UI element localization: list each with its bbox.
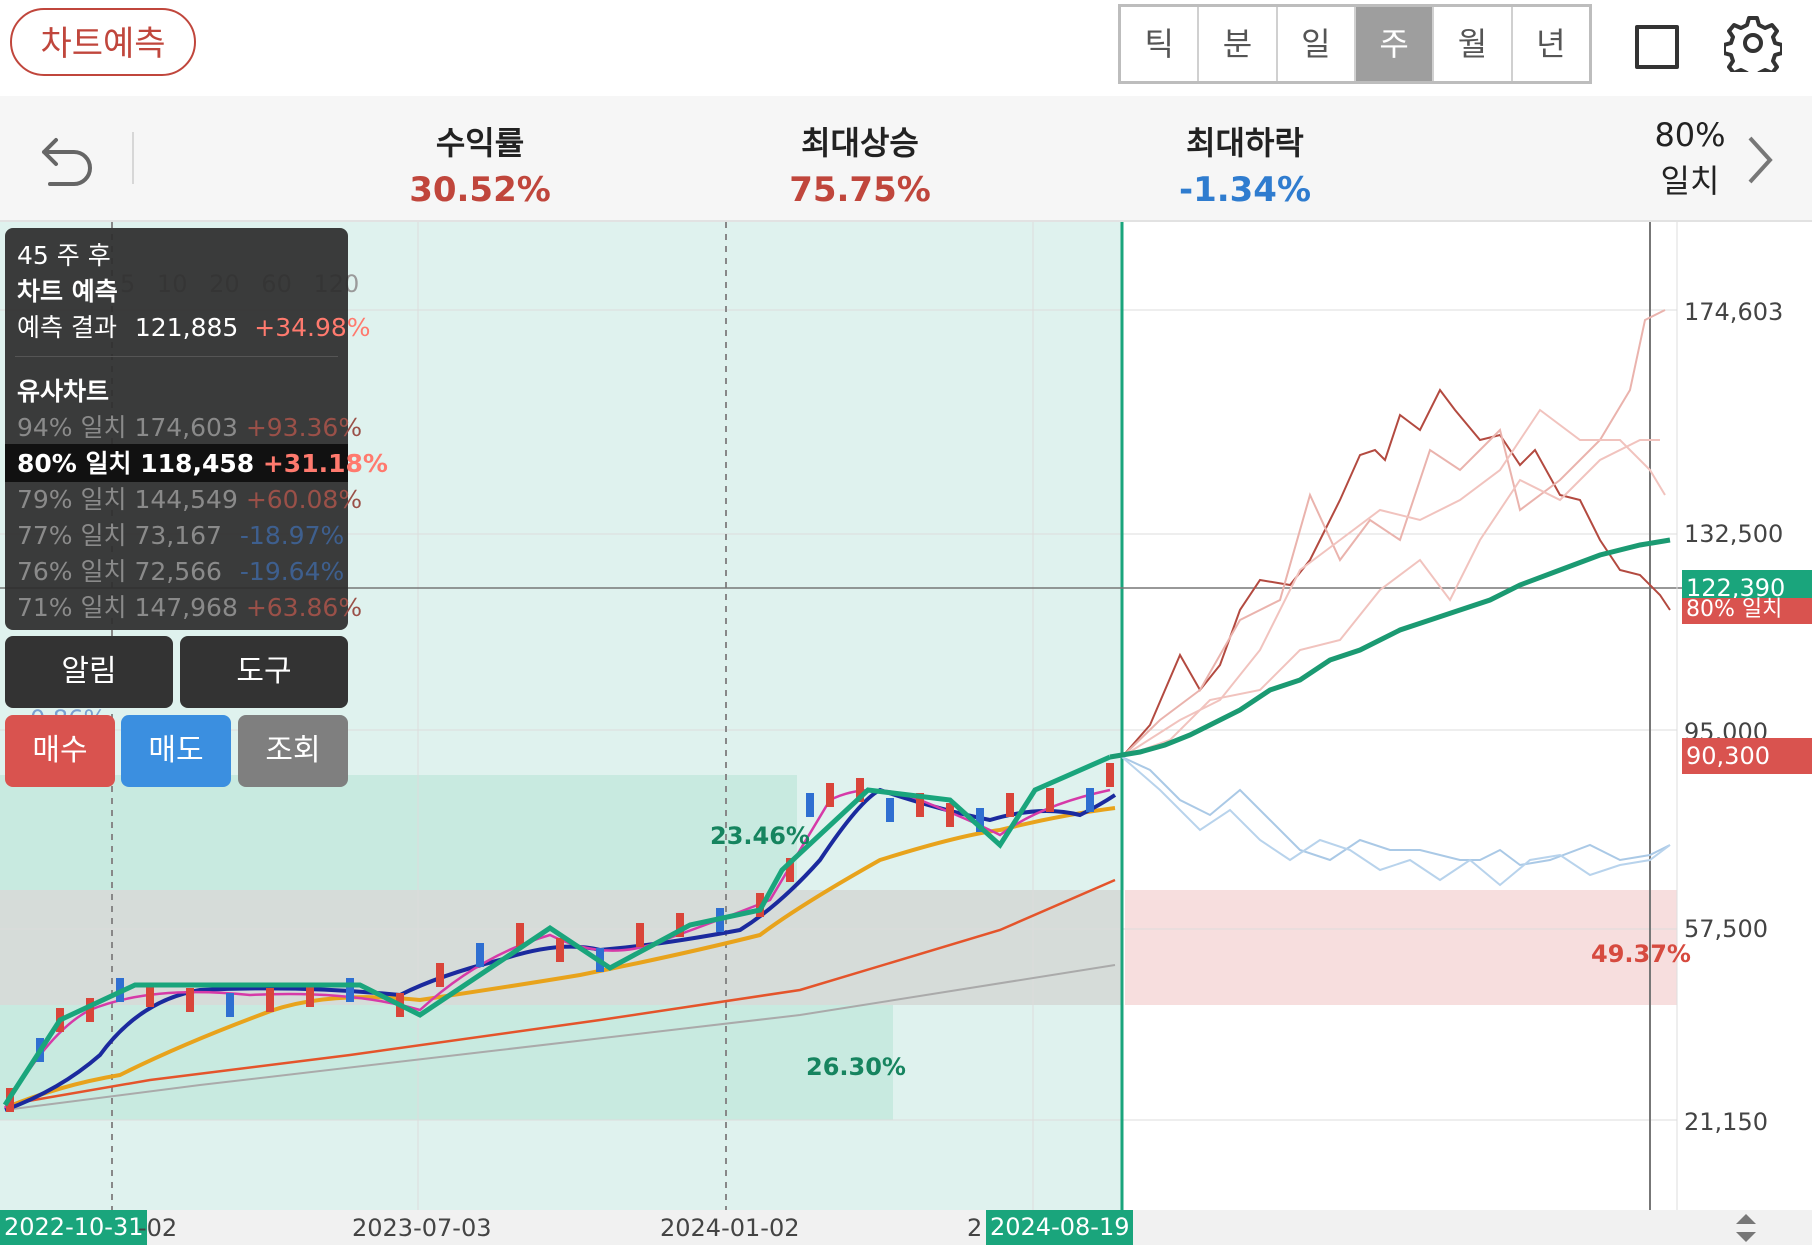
chart-predict-button[interactable]: 차트예측 <box>10 8 196 76</box>
similar-change: -18.97% <box>239 521 345 550</box>
similar-list: 94% 일치 174,603 +93.36% 80% 일치 118,458 +3… <box>5 228 388 630</box>
y-tick-label: 21,150 <box>1684 1108 1768 1136</box>
similar-match: 71% 일치 <box>17 593 127 622</box>
inquiry-button[interactable]: 조회 <box>238 715 348 787</box>
candle <box>946 803 954 827</box>
similar-row[interactable]: 76% 일치 72,566 -19.64% <box>17 552 344 588</box>
similar-change: +60.08% <box>245 485 363 514</box>
similar-row[interactable]: 79% 일치 144,549 +60.08% <box>17 480 362 516</box>
similar-row[interactable]: 77% 일치 73,167 -18.97% <box>17 516 344 552</box>
similar-row[interactable]: 71% 일치 147,968 +63.86% <box>17 588 362 624</box>
candle <box>1006 793 1014 817</box>
similar-76-line <box>1121 756 1671 887</box>
max-rise-stat: 최대상승 75.75% <box>760 118 960 210</box>
similar-change: +31.18% <box>262 449 388 478</box>
candle <box>186 988 194 1012</box>
similar-match: 94% 일치 <box>17 413 127 442</box>
similar-match: 79% 일치 <box>17 485 127 514</box>
zone-percent-label: 23.46% <box>710 822 810 850</box>
y-tick-label: 57,500 <box>1684 915 1768 943</box>
candle <box>1046 788 1054 812</box>
return-value: 30.52% <box>409 170 551 210</box>
prediction-line <box>1109 537 1671 760</box>
y-tick-label: 174,603 <box>1684 298 1784 326</box>
tab-minute[interactable]: 분 <box>1199 7 1278 81</box>
x-end-tag: 2024-08-19 <box>986 1210 1134 1245</box>
chevron-right-icon[interactable] <box>1740 130 1780 190</box>
current-price-tag: 90,300 <box>1682 738 1812 774</box>
max-rise-value: 75.75% <box>789 170 931 210</box>
similar-row[interactable]: 94% 일치 174,603 +93.36% <box>17 408 362 444</box>
candle <box>806 793 814 817</box>
tab-tick[interactable]: 틱 <box>1121 7 1200 81</box>
candle <box>1086 788 1094 812</box>
period-tabs: 틱 분 일 주 월 년 <box>1118 4 1592 84</box>
similar-change: +93.36% <box>245 413 363 442</box>
similar-77-line <box>1121 756 1671 867</box>
similar-row-selected[interactable]: 80% 일치 118,458 +31.18% <box>17 444 388 480</box>
candle <box>226 993 234 1017</box>
tab-day[interactable]: 일 <box>1278 7 1356 81</box>
candle <box>346 978 354 1002</box>
gear-icon[interactable] <box>1724 14 1782 72</box>
return-label: 수익률 <box>435 124 525 162</box>
similar-price: 73,167 <box>134 521 222 550</box>
max-drop-value: -1.34% <box>1178 170 1312 210</box>
similar-price: 118,458 <box>140 449 255 478</box>
tab-month[interactable]: 월 <box>1434 7 1513 81</box>
candle <box>556 938 564 962</box>
candle <box>266 988 274 1012</box>
similar-80-line <box>1121 388 1671 758</box>
similar-match: 80% 일치 <box>17 449 132 478</box>
scroll-handle-icon[interactable] <box>1730 1212 1762 1244</box>
max-drop-stat: 최대하락 -1.34% <box>1145 118 1345 210</box>
tab-year[interactable]: 년 <box>1513 7 1589 81</box>
x-start-tag: 2022-10-31 <box>0 1210 148 1245</box>
similar-price: 144,549 <box>134 485 238 514</box>
sell-button[interactable]: 매도 <box>121 715 231 787</box>
candle <box>886 798 894 822</box>
x-tick-label: 2023-07-03 <box>352 1214 492 1242</box>
zone-rise <box>0 775 797 890</box>
x-axis <box>0 1210 1812 1245</box>
max-rise-label: 최대상승 <box>801 124 919 162</box>
similar-change: -19.64% <box>239 557 345 586</box>
similar-price: 72,566 <box>134 557 222 586</box>
x-tick-label: -02 <box>138 1214 178 1242</box>
prediction-tag-label: 80% 일치 <box>1682 598 1812 624</box>
similar-change: +63.86% <box>245 593 363 622</box>
return-stat: 수익률 30.52% <box>380 118 580 210</box>
x-tick-label: 2 <box>967 1214 983 1242</box>
match-indicator: 80% 일치 <box>1630 112 1750 204</box>
zone-percent-label: 26.30% <box>806 1053 906 1081</box>
max-drop-label: 최대하락 <box>1186 124 1304 162</box>
alarm-button[interactable]: 알림 <box>5 636 173 708</box>
y-tick-label: 132,500 <box>1684 520 1784 548</box>
candle <box>826 783 834 807</box>
zone-percent-label: 49.37% <box>1591 940 1691 968</box>
undo-icon[interactable] <box>36 130 96 186</box>
similar-price: 147,968 <box>134 593 238 622</box>
candle <box>636 923 644 947</box>
match-label: 일치 <box>1660 162 1720 200</box>
candle <box>1106 763 1114 787</box>
similar-match: 77% 일치 <box>17 521 127 550</box>
match-percent: 80% <box>1654 116 1726 154</box>
divider <box>132 132 134 184</box>
tools-button[interactable]: 도구 <box>180 636 348 708</box>
similar-match: 76% 일치 <box>17 557 127 586</box>
zone-base <box>0 1005 893 1120</box>
similar-71-line <box>1121 408 1666 758</box>
candle <box>476 943 484 967</box>
square-icon[interactable] <box>1635 25 1679 69</box>
x-tick-label: 2024-01-02 <box>660 1214 800 1242</box>
similar-price: 174,603 <box>134 413 238 442</box>
candle <box>436 963 444 987</box>
tab-week[interactable]: 주 <box>1355 7 1435 81</box>
buy-button[interactable]: 매수 <box>5 715 115 787</box>
